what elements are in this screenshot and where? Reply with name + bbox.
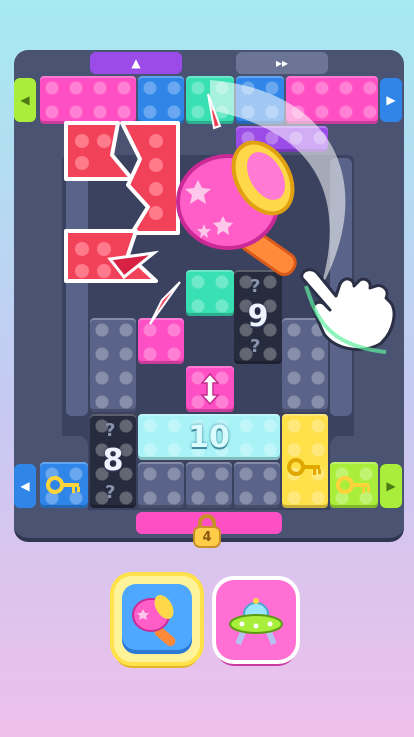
slate-block-bottom-c[interactable] (234, 462, 280, 508)
slate-block-bottom-a[interactable] (138, 462, 184, 508)
pink-arrow-block[interactable] (186, 366, 234, 412)
lock-count: 4 (202, 530, 212, 545)
fast-forward-icon: ▸▸ (275, 56, 289, 70)
black-block-eight[interactable]: ? ? 8 (90, 414, 136, 508)
block-number-ten: 10 (188, 419, 230, 455)
up-arrow-icon: ▲ (131, 56, 141, 70)
block-number-nine: 9 (247, 298, 269, 334)
slate-block-left[interactable] (90, 318, 136, 412)
hammer-icon (132, 595, 176, 647)
key-icon (46, 476, 80, 494)
blue-key-block[interactable] (40, 462, 88, 508)
left-gate-lime: ◀ (14, 78, 36, 122)
cyan-block-ten[interactable]: 10 (138, 414, 280, 460)
hand-pointer-icon (300, 268, 396, 354)
slate-block-bottom-b[interactable] (186, 462, 232, 508)
top-gate-purple: ▲ (90, 52, 182, 74)
hammer-booster-button[interactable] (114, 576, 200, 662)
vertical-arrows-icon (200, 372, 220, 406)
ufo-booster-button[interactable] (216, 580, 296, 660)
lime-key-block[interactable] (330, 462, 378, 508)
right-gate-lime: ▶ (380, 464, 402, 508)
right-gate-blue: ▶ (380, 78, 402, 122)
key-icon (287, 458, 321, 476)
left-gate-blue: ◀ (14, 464, 36, 508)
key-icon (336, 476, 370, 494)
block-number-eight: 8 (102, 442, 124, 478)
ufo-icon (229, 598, 283, 646)
lock-icon: 4 (191, 514, 223, 550)
